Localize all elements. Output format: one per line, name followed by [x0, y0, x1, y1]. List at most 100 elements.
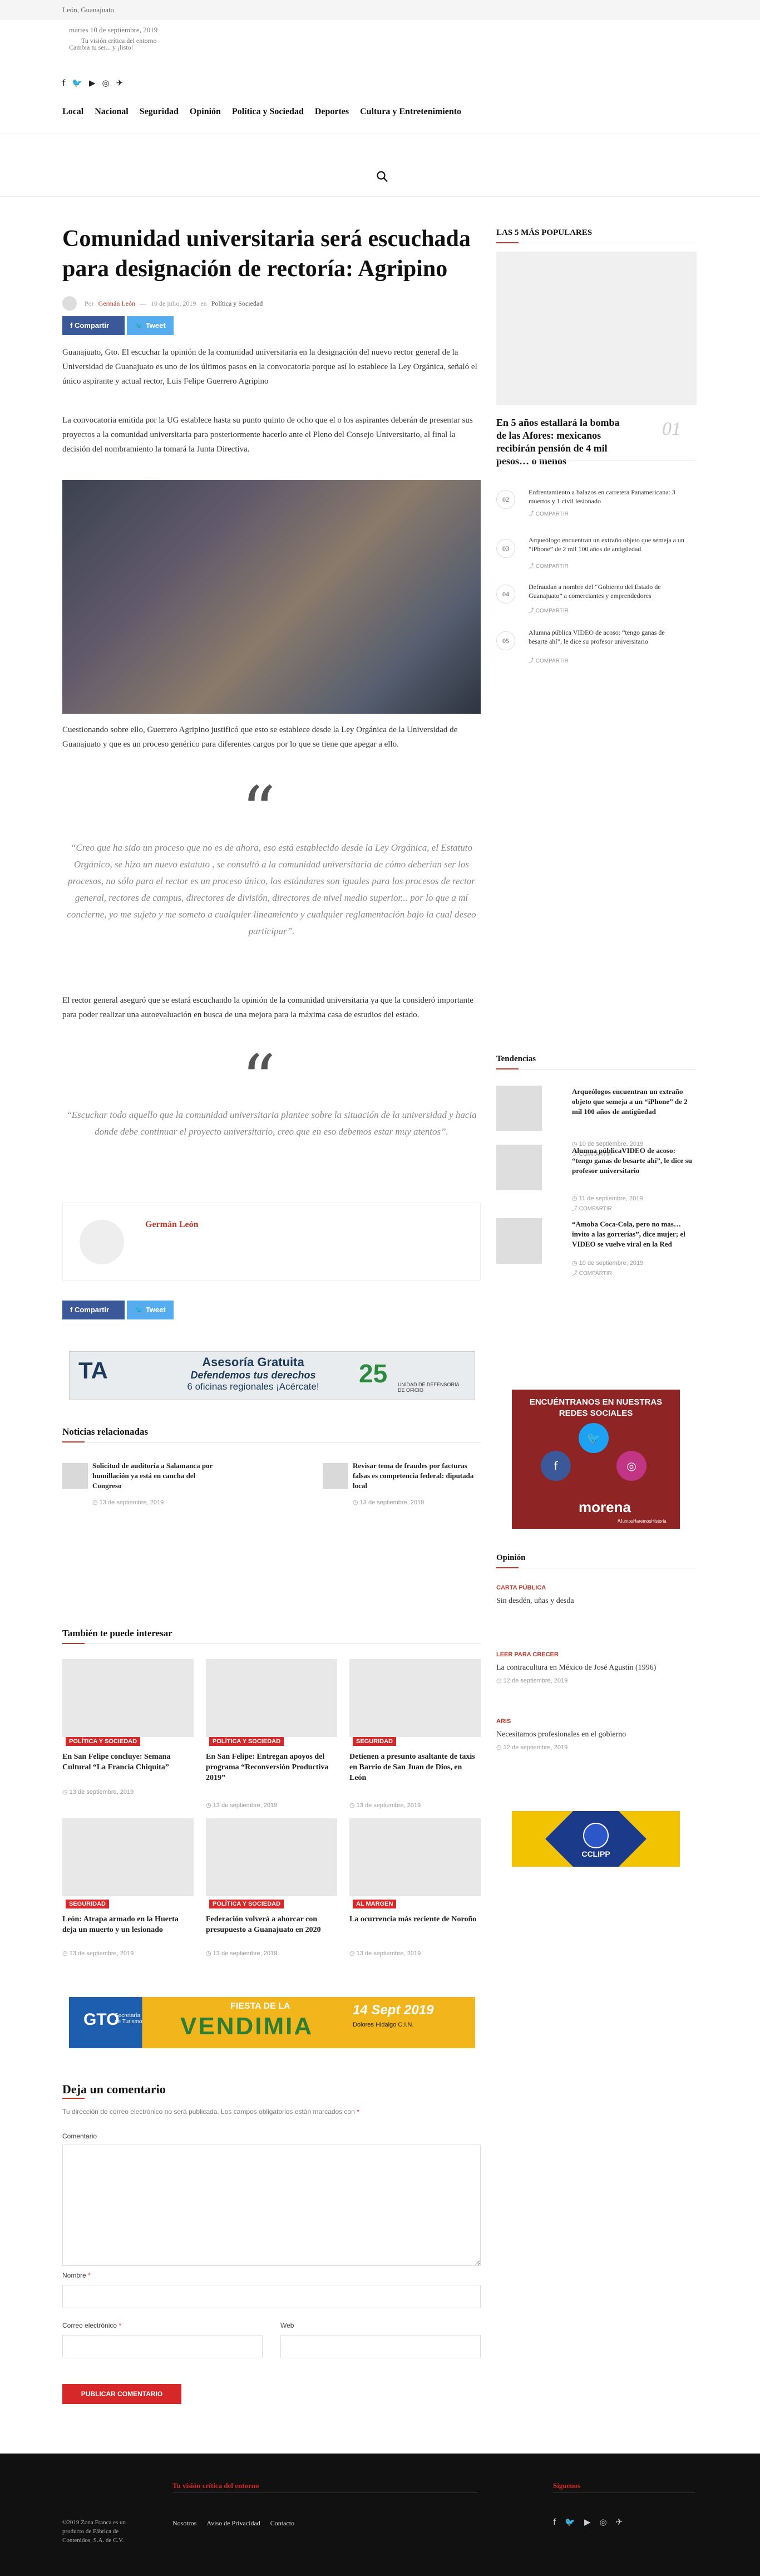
card-badge[interactable]: POLÍTICA Y SOCIEDAD	[209, 1900, 284, 1908]
submit-comment-button[interactable]: PUBLICAR COMENTARIO	[62, 2384, 181, 2404]
popular-share[interactable]: ⤴ COMPARTIR	[529, 606, 569, 614]
meta-author[interactable]: Germán León	[98, 300, 135, 308]
popular-share[interactable]: ⤴ COMPARTIR	[529, 509, 569, 517]
opinion-category[interactable]: CARTA PÚBLICA	[496, 1584, 546, 1591]
instagram-icon[interactable]: ◎	[616, 1451, 647, 1481]
share-twitter-button[interactable]: 🐦 Tweet	[127, 316, 174, 335]
instagram-icon[interactable]: ◎	[102, 78, 110, 88]
related-date: ◷ 13 de septiembre, 2019	[353, 1499, 424, 1506]
twitter-icon[interactable]: 🐦	[579, 1423, 609, 1453]
youtube-icon[interactable]: ▶	[584, 2517, 591, 2527]
related-title[interactable]: Solicitud de auditoría a Salamanca por h…	[92, 1461, 215, 1491]
related-title[interactable]: Revisar tema de fraudes por facturas fal…	[353, 1461, 475, 1491]
nav-item-nacional[interactable]: Nacional	[95, 107, 128, 117]
nav-item-cultura[interactable]: Cultura y Entretenimiento	[360, 107, 461, 117]
trend-share[interactable]: ⤴ COMPARTIR	[572, 1268, 612, 1277]
popular-share[interactable]: ⤴ COMPARTIR	[529, 656, 569, 664]
name-input[interactable]	[62, 2285, 481, 2308]
related-thumb[interactable]	[323, 1463, 348, 1489]
card-image[interactable]	[206, 1659, 337, 1737]
vendimia-ad-banner[interactable]: GTO Secretaría de Turismo FIESTA DE LA V…	[69, 1997, 475, 2048]
related-heading: Noticias relacionadas	[62, 1426, 149, 1437]
trend-title[interactable]: “Amoba Coca-Cola, pero no mas… invito a …	[572, 1219, 694, 1249]
card-image[interactable]	[206, 1818, 337, 1896]
twitter-icon[interactable]: 🐦	[72, 78, 82, 88]
card-image[interactable]	[62, 1818, 194, 1896]
twitter-icon: 🐦	[135, 321, 146, 330]
social-networks-banner[interactable]: ENCUÉNTRANOS EN NUESTRAS REDES SOCIALES …	[512, 1390, 680, 1529]
opinion-title[interactable]: Necesitamos profesionales en el gobierno	[496, 1730, 680, 1739]
telegram-icon[interactable]: ✈	[616, 2517, 623, 2527]
footer-link-contacto[interactable]: Contacto	[270, 2519, 294, 2528]
card-title[interactable]: En San Felipe: Entregan apoyos del progr…	[206, 1751, 337, 1783]
card-badge[interactable]: POLÍTICA Y SOCIEDAD	[66, 1737, 141, 1746]
related-thumb[interactable]	[62, 1463, 88, 1489]
trend-thumb[interactable]	[496, 1218, 542, 1264]
card-badge[interactable]: SEGURIDAD	[66, 1900, 110, 1908]
footer-link-privacidad[interactable]: Aviso de Privacidad	[206, 2519, 260, 2528]
also-heading: También te puede interesar	[62, 1628, 172, 1638]
youtube-icon[interactable]: ▶	[89, 78, 96, 88]
article-paragraph-2: La convocatoria emitida por la UG establ…	[62, 416, 473, 454]
facebook-icon[interactable]: f	[62, 78, 65, 88]
popular-share-label: COMPARTIR	[535, 658, 569, 664]
popular-title[interactable]: Alumna pública VIDEO de acoso: “tengo ga…	[529, 628, 684, 646]
twitter-icon[interactable]: 🐦	[565, 2517, 575, 2527]
comment-textarea[interactable]	[62, 2145, 481, 2266]
card-badge[interactable]: SEGURIDAD	[353, 1737, 397, 1746]
card-image[interactable]	[62, 1659, 194, 1737]
cclipp-ad-banner[interactable]: CCLIPP	[512, 1811, 680, 1867]
share-twitter-button[interactable]: 🐦 Tweet	[127, 1301, 174, 1319]
nav-item-local[interactable]: Local	[62, 107, 83, 117]
card-title[interactable]: En San Felipe concluye: Semana Cultural …	[62, 1751, 194, 1773]
trend-thumb[interactable]	[496, 1145, 542, 1190]
header-divider	[0, 196, 760, 197]
telegram-icon[interactable]: ✈	[116, 78, 124, 88]
card-title[interactable]: León: Atrapa armado en la Huerta deja un…	[62, 1914, 194, 1935]
nav-item-seguridad[interactable]: Seguridad	[140, 107, 179, 117]
popular-title[interactable]: Defraudan a nombre del “Gobierno del Est…	[529, 582, 684, 600]
card-image[interactable]	[349, 1818, 481, 1896]
card-image[interactable]	[349, 1659, 481, 1737]
popular-title[interactable]: Arqueólogo encuentran un extraño objeto …	[529, 536, 684, 553]
popular-title[interactable]: Enfrentamiento a balazos en carretera Pa…	[529, 488, 684, 506]
card-badge[interactable]: POLÍTICA Y SOCIEDAD	[209, 1737, 284, 1746]
popular-share[interactable]: ⤴ COMPARTIR	[529, 561, 569, 570]
popular-first-image[interactable]	[496, 252, 697, 405]
banner-tag: #JuntosHaremosHistoria	[618, 1519, 667, 1524]
facebook-icon[interactable]: f	[541, 1451, 571, 1481]
trend-thumb[interactable]	[496, 1086, 542, 1131]
cclipp-label: CCLIPP	[581, 1849, 610, 1858]
opinion-title[interactable]: La contracultura en México de José Agust…	[496, 1664, 680, 1672]
trend-title[interactable]: Alumna públicaVIDEO de acoso: “tengo gan…	[572, 1146, 694, 1176]
share-facebook-button[interactable]: f Compartir	[62, 1301, 125, 1319]
meta-category[interactable]: Política y Sociedad	[211, 300, 263, 308]
email-input[interactable]	[62, 2335, 263, 2358]
popular-share-label: COMPARTIR	[535, 608, 569, 614]
card-title[interactable]: Federación volverá a ahorcar con presupu…	[206, 1914, 337, 1935]
opinion-category[interactable]: ARIS	[496, 1718, 511, 1725]
opinion-category[interactable]: LEER PARA CRECER	[496, 1651, 559, 1658]
facebook-icon[interactable]: f	[553, 2517, 556, 2527]
footer-link-nosotros[interactable]: Nosotros	[172, 2519, 196, 2528]
author-name[interactable]: Germán León	[145, 1220, 199, 1230]
opinion-heading: Opinión	[496, 1553, 526, 1562]
opinion-date-text: 12 de septiembre, 2019	[503, 1744, 568, 1751]
search-icon[interactable]	[376, 170, 388, 183]
share-facebook-button[interactable]: f Compartir	[62, 316, 125, 335]
web-input[interactable]	[280, 2335, 481, 2358]
nav-item-politica[interactable]: Política y Sociedad	[232, 107, 304, 117]
card-date: ◷ 13 de septiembre, 2019	[62, 1950, 134, 1957]
opinion-date-text: 12 de septiembre, 2019	[503, 1677, 568, 1684]
defensoria-ad-banner[interactable]: TA Asesoría Gratuita Defendemos tus dere…	[69, 1351, 475, 1400]
opinion-title[interactable]: Sin desdén, uñas y desda	[496, 1597, 680, 1606]
card-title[interactable]: La ocurrencia más reciente de Noroño	[349, 1914, 481, 1925]
card-title[interactable]: Detienen a presunto asaltante de taxis e…	[349, 1751, 481, 1783]
trend-share[interactable]: ⤴ COMPARTIR	[572, 1204, 612, 1212]
trend-title[interactable]: Arqueólogos encuentran un extraño objeto…	[572, 1087, 694, 1117]
nav-item-deportes[interactable]: Deportes	[315, 107, 349, 117]
card-badge[interactable]: AL MARGEN	[353, 1900, 397, 1908]
nav-item-opinion[interactable]: Opinión	[190, 107, 221, 117]
twitter-icon: 🐦	[135, 1306, 146, 1314]
instagram-icon[interactable]: ◎	[600, 2517, 607, 2527]
